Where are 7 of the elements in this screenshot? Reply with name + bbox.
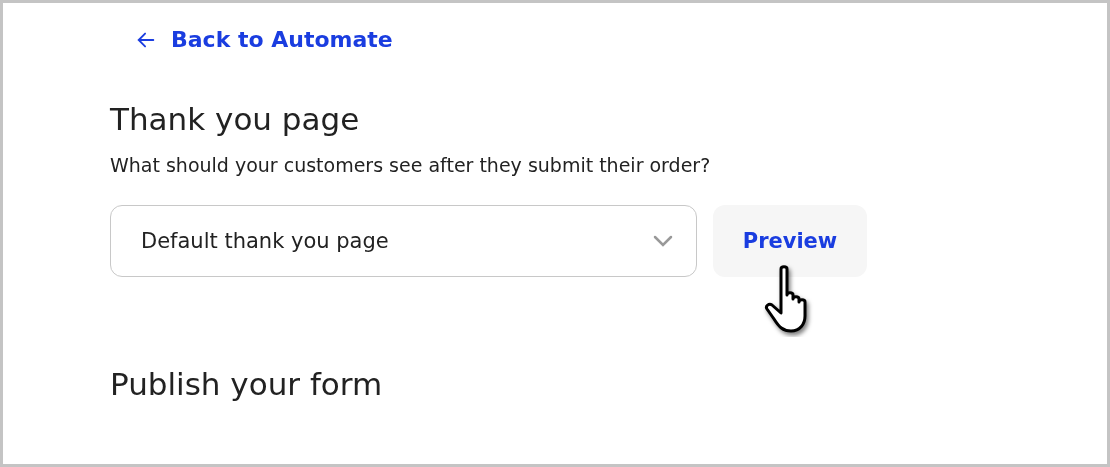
section-heading: Publish your form [110, 365, 383, 404]
preview-button[interactable]: Preview [713, 205, 867, 278]
thank-you-page-dropdown[interactable]: Default thank you page [110, 205, 697, 278]
section-description: What should your customers see after they submit their order? [110, 152, 711, 178]
back-link[interactable]: Back to Automate [135, 23, 393, 56]
chevron-down-icon [652, 234, 674, 249]
section-heading: Thank you page [110, 100, 360, 139]
